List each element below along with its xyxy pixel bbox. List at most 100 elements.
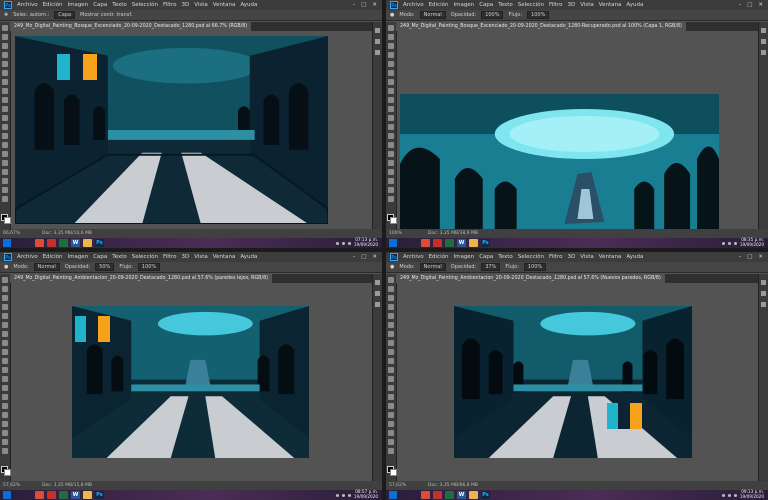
healing-icon[interactable] — [2, 79, 8, 85]
minimize-icon[interactable]: – — [738, 254, 741, 260]
lasso-icon[interactable] — [388, 43, 394, 49]
pdf-icon[interactable] — [433, 239, 442, 247]
zoom-level[interactable]: 66,67% — [3, 229, 20, 238]
eraser-icon[interactable] — [388, 115, 394, 121]
menu-filtro[interactable]: Filtro — [163, 254, 176, 260]
mode-select[interactable]: Normal — [419, 263, 446, 271]
gradient-icon[interactable] — [2, 376, 8, 382]
move-icon[interactable] — [2, 277, 8, 283]
menu-capa[interactable]: Capa — [479, 2, 493, 8]
path-select-icon[interactable] — [2, 169, 8, 175]
chrome-icon[interactable] — [35, 491, 44, 499]
menu-3d[interactable]: 3D — [567, 2, 575, 8]
menu-edicion[interactable]: Edición — [429, 2, 449, 8]
path-select-icon[interactable] — [388, 169, 394, 175]
menu-archivo[interactable]: Archivo — [403, 2, 424, 8]
tray-icon[interactable] — [727, 241, 731, 245]
close-icon[interactable]: ✕ — [372, 2, 377, 8]
menu-texto[interactable]: Texto — [498, 2, 513, 8]
photoshop-taskbar-icon[interactable]: Ps — [95, 239, 104, 247]
eraser-icon[interactable] — [2, 115, 8, 121]
pdf-icon[interactable] — [433, 491, 442, 499]
menu-texto[interactable]: Texto — [112, 2, 127, 8]
eyedropper-icon[interactable] — [2, 70, 8, 76]
path-select-icon[interactable] — [2, 421, 8, 427]
hand-icon[interactable] — [2, 439, 8, 445]
menu-imagen[interactable]: Imagen — [67, 2, 88, 8]
word-icon[interactable]: W — [71, 491, 80, 499]
stamp-icon[interactable] — [388, 349, 394, 355]
menu-ayuda[interactable]: Ayuda — [626, 2, 643, 8]
healing-icon[interactable] — [2, 331, 8, 337]
blur-icon[interactable] — [2, 385, 8, 391]
menu-ventana[interactable]: Ventana — [599, 254, 622, 260]
blur-icon[interactable] — [2, 133, 8, 139]
background-color-swatch[interactable] — [390, 217, 397, 224]
maximize-icon[interactable]: □ — [361, 254, 366, 260]
flow-field[interactable]: 100% — [527, 11, 550, 19]
document-tab[interactable]: 249_Mz_Digital_Painting_Ambientacion_20-… — [396, 274, 665, 283]
menu-3d[interactable]: 3D — [181, 2, 189, 8]
photoshop-taskbar-icon[interactable]: Ps — [481, 239, 490, 247]
minimize-icon[interactable]: – — [352, 2, 355, 8]
menu-seleccion[interactable]: Selección — [518, 254, 544, 260]
opacity-field[interactable]: 100% — [481, 11, 504, 19]
dodge-icon[interactable] — [2, 394, 8, 400]
background-color-swatch[interactable] — [4, 469, 11, 476]
close-icon[interactable]: ✕ — [758, 2, 763, 8]
menu-ventana[interactable]: Ventana — [599, 2, 622, 8]
close-icon[interactable]: ✕ — [372, 254, 377, 260]
shape-icon[interactable] — [2, 430, 8, 436]
adjustments-icon[interactable] — [375, 39, 380, 44]
menu-texto[interactable]: Texto — [112, 254, 127, 260]
mode-select[interactable]: Normal — [33, 263, 60, 271]
crop-icon[interactable] — [2, 61, 8, 67]
eyedropper-icon[interactable] — [388, 70, 394, 76]
brush-tool-icon[interactable]: ● — [390, 264, 394, 270]
painting-canvas[interactable] — [454, 306, 692, 458]
tray-icon[interactable] — [721, 493, 725, 497]
word-icon[interactable]: W — [457, 239, 466, 247]
windows-start-icon[interactable] — [389, 239, 397, 247]
zoom-level[interactable]: 100% — [389, 229, 402, 238]
menu-3d[interactable]: 3D — [181, 254, 189, 260]
shape-icon[interactable] — [388, 430, 394, 436]
stamp-icon[interactable] — [2, 349, 8, 355]
explorer-icon[interactable] — [83, 491, 92, 499]
chrome-icon[interactable] — [35, 239, 44, 247]
path-select-icon[interactable] — [388, 421, 394, 427]
history-brush-icon[interactable] — [2, 358, 8, 364]
menu-ayuda[interactable]: Ayuda — [240, 2, 257, 8]
marquee-icon[interactable] — [2, 34, 8, 40]
brush-tool-icon[interactable]: ● — [390, 12, 394, 18]
document-tab[interactable]: 249_Mz_Digital_Painting_Bosque_Escenciad… — [396, 22, 686, 31]
painting-canvas[interactable] — [15, 36, 328, 224]
tray-icon[interactable] — [347, 241, 351, 245]
history-icon[interactable] — [375, 50, 380, 55]
menu-imagen[interactable]: Imagen — [67, 254, 88, 260]
stamp-icon[interactable] — [2, 97, 8, 103]
pdf-icon[interactable] — [47, 491, 56, 499]
layers-icon[interactable] — [761, 28, 766, 33]
mode-select[interactable]: Normal — [419, 11, 446, 19]
lasso-icon[interactable] — [2, 43, 8, 49]
history-icon[interactable] — [761, 50, 766, 55]
menu-archivo[interactable]: Archivo — [17, 254, 38, 260]
windows-start-icon[interactable] — [389, 491, 397, 499]
layers-icon[interactable] — [375, 28, 380, 33]
painting-canvas[interactable] — [400, 94, 719, 229]
zoom-icon[interactable] — [388, 448, 394, 454]
quick-select-icon[interactable] — [388, 52, 394, 58]
type-icon[interactable] — [388, 412, 394, 418]
crop-icon[interactable] — [388, 313, 394, 319]
shape-icon[interactable] — [388, 178, 394, 184]
type-icon[interactable] — [2, 412, 8, 418]
history-icon[interactable] — [761, 302, 766, 307]
document-tab[interactable]: 249_Mz_Digital_Painting_Bosque_Escenciad… — [10, 22, 252, 31]
photoshop-taskbar-icon[interactable]: Ps — [95, 491, 104, 499]
gradient-icon[interactable] — [2, 124, 8, 130]
zoom-icon[interactable] — [388, 196, 394, 202]
quick-select-icon[interactable] — [388, 304, 394, 310]
menu-3d[interactable]: 3D — [567, 254, 575, 260]
healing-icon[interactable] — [388, 331, 394, 337]
